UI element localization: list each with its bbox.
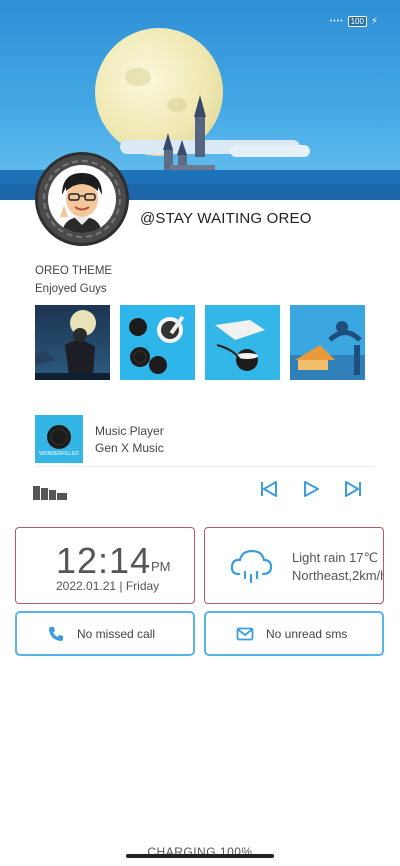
profile-name: @STAY WAITING OREO (140, 210, 312, 227)
status-bar: •••• 100 ⚡ (330, 16, 378, 27)
avatar-image (48, 165, 116, 233)
missed-call-text: No missed call (77, 627, 156, 641)
weather-wind: Northeast,2km/h (292, 568, 384, 583)
weather-condition: Light rain 17℃ (292, 550, 379, 565)
album-art-text: WONDERFILLED (39, 451, 79, 457)
home-indicator[interactable] (126, 854, 274, 858)
next-icon[interactable] (342, 478, 364, 500)
play-icon[interactable] (300, 478, 322, 500)
music-title: Music Player (95, 424, 164, 438)
avatar[interactable] (35, 152, 129, 246)
unread-sms-text: No unread sms (266, 627, 348, 641)
signal-icon: •••• (329, 18, 344, 25)
gallery-thumbnail[interactable] (35, 305, 110, 380)
playback-controls (258, 478, 368, 500)
gallery-thumbnail[interactable] (205, 305, 280, 380)
previous-icon[interactable] (258, 478, 280, 500)
music-artist: Gen X Music (95, 441, 164, 455)
charging-bolt-icon: ⚡ (370, 16, 378, 27)
theme-gallery (35, 305, 365, 380)
clock-date: 2022.01.21 | Friday (56, 579, 160, 593)
weather-widget[interactable]: Light rain 17℃ Northeast,2km/h (204, 527, 384, 604)
theme-title: OREO THEME (35, 265, 113, 277)
unread-sms-button[interactable]: No unread sms (204, 611, 384, 656)
mail-icon (236, 627, 254, 641)
gallery-thumbnail[interactable] (120, 305, 195, 380)
gallery-thumbnail[interactable] (290, 305, 365, 380)
music-player[interactable]: WONDERFILLED Music Player Gen X Music (35, 415, 375, 467)
missed-call-button[interactable]: No missed call (15, 611, 195, 656)
clock-time: 12:14 (56, 540, 152, 581)
clock-widget[interactable]: 12:14 PM 2022.01.21 | Friday (15, 527, 195, 604)
album-art: WONDERFILLED (35, 415, 83, 463)
equalizer-icon (33, 486, 67, 500)
rain-cloud-icon (230, 549, 273, 584)
phone-icon (49, 627, 63, 641)
battery-icon: 100 (347, 16, 367, 27)
theme-subtitle: Enjoyed Guys (35, 283, 107, 295)
clock-ampm: PM (151, 559, 171, 574)
